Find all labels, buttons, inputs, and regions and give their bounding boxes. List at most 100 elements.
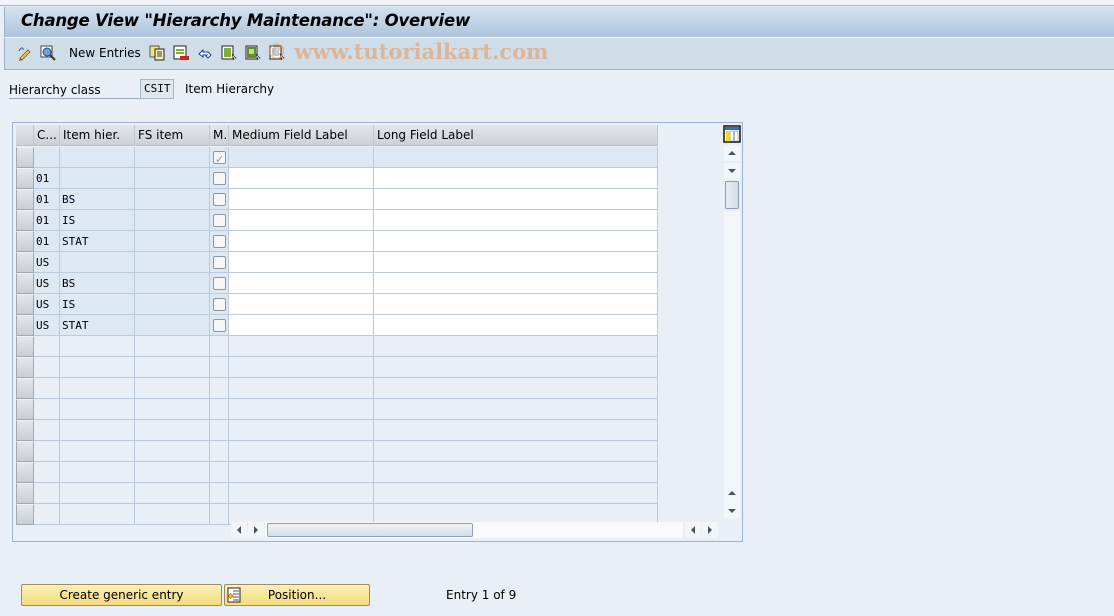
cell-medium-field-label[interactable] (229, 168, 374, 189)
m-checkbox[interactable] (213, 214, 226, 227)
cell-medium-field-label[interactable] (229, 231, 374, 252)
column-header-long-field-label[interactable]: Long Field Label (374, 125, 658, 146)
cell-long-field-label (374, 462, 658, 483)
new-entries-button[interactable]: New Entries (69, 46, 141, 60)
row-selector[interactable] (16, 504, 34, 525)
row-selector[interactable] (16, 378, 34, 399)
vertical-scrollbar[interactable] (724, 145, 740, 521)
scroll-left-icon[interactable] (231, 522, 247, 538)
cell-item-hier (60, 336, 135, 357)
horizontal-scrollbar[interactable] (231, 522, 721, 538)
cell-long-field-label[interactable] (374, 294, 658, 315)
row-selector[interactable] (16, 231, 34, 252)
horizontal-scroll-thumb[interactable] (267, 523, 473, 537)
vertical-scroll-track[interactable] (724, 211, 740, 511)
column-header-m[interactable]: M. (210, 125, 229, 146)
entry-counter: Entry 1 of 9 (446, 588, 517, 602)
scroll-up-icon[interactable] (724, 145, 740, 161)
scroll-right-icon[interactable] (248, 522, 264, 538)
m-checkbox[interactable] (213, 235, 226, 248)
row-selector[interactable] (16, 315, 34, 336)
copy-icon[interactable] (149, 45, 165, 61)
select-all-rows-header[interactable] (16, 125, 34, 146)
column-header-medium-field-label[interactable]: Medium Field Label (229, 125, 374, 146)
scroll-down-icon[interactable] (724, 163, 740, 179)
cell-fs-item (135, 483, 210, 504)
cell-m[interactable] (210, 273, 229, 294)
select-block-icon[interactable] (245, 45, 261, 61)
deselect-all-icon[interactable] (269, 45, 285, 61)
m-checkbox[interactable] (213, 172, 226, 185)
page-up-icon[interactable] (724, 485, 740, 501)
delete-icon[interactable] (173, 45, 189, 61)
scroll-last-right-icon[interactable] (702, 522, 718, 538)
row-selector[interactable] (16, 336, 34, 357)
cell-medium-field-label[interactable] (229, 315, 374, 336)
create-generic-entry-button[interactable]: Create generic entry (21, 584, 222, 606)
position-button[interactable]: Position... (224, 584, 370, 606)
row-selector[interactable] (16, 483, 34, 504)
cell-m[interactable] (210, 315, 229, 336)
row-selector[interactable] (16, 357, 34, 378)
cell-m[interactable] (210, 294, 229, 315)
row-selector[interactable] (16, 252, 34, 273)
column-header-fs-item[interactable]: FS item (135, 125, 210, 146)
cell-m[interactable] (210, 231, 229, 252)
cell-long-field-label[interactable] (374, 210, 658, 231)
cell-m[interactable] (210, 210, 229, 231)
row-selector[interactable] (16, 294, 34, 315)
cell-m[interactable] (210, 168, 229, 189)
column-header-c[interactable]: C... (34, 125, 60, 146)
cell-long-field-label[interactable] (374, 273, 658, 294)
column-configuration-icon[interactable] (723, 125, 741, 143)
row-selector[interactable] (16, 210, 34, 231)
m-checkbox[interactable] (213, 193, 226, 206)
row-selector[interactable] (16, 441, 34, 462)
row-selector[interactable] (16, 399, 34, 420)
row-selector[interactable] (16, 189, 34, 210)
page-down-icon[interactable] (724, 503, 740, 519)
row-selector[interactable] (16, 147, 34, 168)
cell-long-field-label[interactable] (374, 168, 658, 189)
row-selector[interactable] (16, 420, 34, 441)
select-all-icon[interactable] (221, 45, 237, 61)
cell-m (210, 399, 229, 420)
vertical-scroll-thumb[interactable] (725, 181, 739, 209)
cell-long-field-label[interactable] (374, 231, 658, 252)
cell-medium-field-label[interactable] (229, 294, 374, 315)
m-checkbox[interactable] (213, 256, 226, 269)
position-icon (227, 587, 242, 603)
cell-long-field-label[interactable] (374, 315, 658, 336)
cell-fs-item (135, 294, 210, 315)
column-header-item-hier[interactable]: Item hier. (60, 125, 135, 146)
cell-m[interactable] (210, 147, 229, 170)
cell-medium-field-label[interactable] (229, 210, 374, 231)
cell-medium-field-label[interactable] (229, 273, 374, 294)
cell-m[interactable] (210, 189, 229, 210)
m-checkbox[interactable] (213, 298, 226, 311)
row-selector[interactable] (16, 273, 34, 294)
cell-long-field-label[interactable] (374, 189, 658, 210)
cell-c: US (34, 315, 60, 336)
scroll-last-left-icon[interactable] (685, 522, 701, 538)
cell-c: 01 (34, 189, 60, 210)
cell-medium-field-label (229, 462, 374, 483)
undo-icon[interactable] (197, 45, 213, 61)
hierarchy-class-field[interactable]: CSIT (140, 79, 174, 99)
row-selector[interactable] (16, 462, 34, 483)
cell-medium-field-label (229, 420, 374, 441)
m-checkbox[interactable] (213, 149, 226, 170)
cell-medium-field-label[interactable] (229, 189, 374, 210)
cell-m[interactable] (210, 252, 229, 273)
cell-item-hier (60, 168, 135, 189)
cell-item-hier (60, 462, 135, 483)
display-glasses-icon[interactable] (40, 45, 56, 61)
cell-long-field-label[interactable] (374, 147, 658, 168)
row-selector[interactable] (16, 168, 34, 189)
cell-medium-field-label[interactable] (229, 252, 374, 273)
edit-pencil-icon[interactable] (17, 45, 33, 61)
m-checkbox[interactable] (213, 277, 226, 290)
cell-long-field-label[interactable] (374, 252, 658, 273)
m-checkbox[interactable] (213, 319, 226, 332)
cell-medium-field-label[interactable] (229, 147, 374, 168)
